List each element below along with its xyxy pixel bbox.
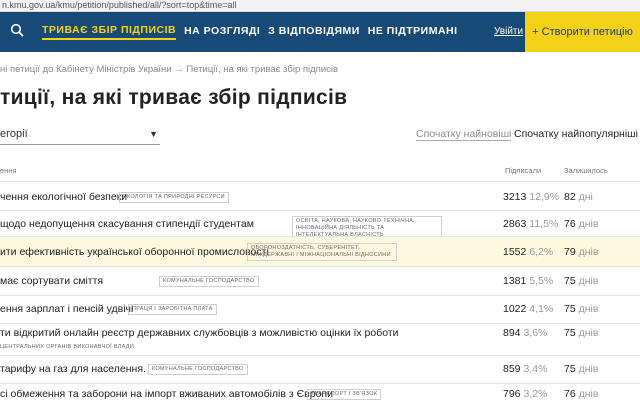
- petition-row[interactable]: ення зарплат і пенсій удвічі ПРАЦЯ І ЗАР…: [0, 296, 640, 324]
- signature-percent: 11,5%: [529, 218, 559, 230]
- signature-percent: 5,5%: [529, 275, 554, 287]
- petition-title[interactable]: тарифу на газ для населення.: [0, 363, 146, 375]
- signature-number: 2863: [503, 218, 527, 230]
- breadcrumb-separator: →: [174, 64, 184, 75]
- days-unit: днів: [578, 327, 599, 339]
- signature-count: 1022 4,1%: [503, 303, 553, 315]
- breadcrumb-root-link[interactable]: ні петиції до Кабінету Міністрів України: [0, 64, 172, 75]
- category-tag: КОМУНАЛЬНЕ ГОСПОДАРСТВО: [148, 364, 248, 375]
- login-link[interactable]: Увійти: [494, 26, 523, 37]
- tab-not-supported[interactable]: НЕ ПІДТРИМАНІ: [368, 25, 458, 39]
- category-tag: ЦЕНТРАЛЬНИХ ОРГАНІВ ВИКОНАВЧОЇ ВЛАДИ: [0, 344, 135, 350]
- page-title: тиції, на які триває збір підписів: [0, 86, 348, 109]
- days-remaining: 75 днів: [564, 275, 598, 287]
- signature-count: 3213 12,9%: [503, 191, 559, 203]
- days-number: 75: [564, 327, 576, 339]
- days-number: 76: [564, 388, 576, 400]
- days-remaining: 76 днів: [564, 218, 598, 230]
- petition-row[interactable]: чення екологічної безпеки ЕКОЛОГІЯ ТА ПР…: [0, 182, 640, 211]
- tab-under-review[interactable]: НА РОЗГЛЯДІ: [184, 25, 260, 39]
- petition-row[interactable]: ти відкритий онлайн реєстр державних слу…: [0, 324, 640, 356]
- tab-answered[interactable]: З ВІДПОВІДЯМИ: [268, 25, 360, 39]
- signature-number: 796: [503, 388, 521, 400]
- signature-percent: 3,6%: [523, 327, 548, 339]
- petition-title[interactable]: чення екологічної безпеки: [0, 191, 127, 203]
- column-header-name: ення: [0, 166, 17, 175]
- days-remaining: 79 днів: [564, 246, 598, 258]
- signature-number: 894: [503, 327, 521, 339]
- signature-number: 1022: [503, 303, 527, 315]
- days-unit: днів: [578, 275, 599, 287]
- days-number: 82: [564, 191, 576, 203]
- category-dropdown-value: егорії: [0, 128, 28, 140]
- tab-collecting-signatures[interactable]: ТРИВАЄ ЗБІР ПІДПИСІВ: [42, 24, 177, 40]
- sort-newest-link[interactable]: Спочатку найновіші: [416, 128, 512, 141]
- days-number: 76: [564, 218, 576, 230]
- breadcrumb: ні петиції до Кабінету Міністрів України…: [0, 64, 338, 75]
- signature-count: 796 3,2%: [503, 388, 547, 400]
- petition-title[interactable]: ення зарплат і пенсій удвічі: [0, 303, 133, 315]
- signature-number: 859: [503, 363, 521, 375]
- signature-percent: 12,9%: [529, 191, 560, 203]
- category-tag: ПРАЦЯ І ЗАРОБІТНА ПЛАТА: [128, 304, 217, 315]
- petition-title[interactable]: ти відкритий онлайн реєстр державних слу…: [0, 327, 399, 339]
- signature-count: 2863 11,5%: [503, 218, 558, 230]
- days-remaining: 75 днів: [564, 303, 598, 315]
- petition-title[interactable]: сі обмеження та заборони на імпорт вжива…: [0, 388, 333, 400]
- signature-number: 3213: [503, 191, 527, 203]
- category-dropdown[interactable]: егорії ▼: [0, 126, 160, 145]
- petition-title[interactable]: має сортувати сміття: [0, 275, 103, 287]
- table-header: ення Підписали Залишилось: [0, 160, 640, 182]
- signature-count: 894 3,6%: [503, 327, 547, 339]
- petition-title[interactable]: ити ефективність української оборонної п…: [0, 246, 269, 258]
- category-tag: ЕКОЛОГІЯ ТА ПРИРОДНІ РЕСУРСИ: [119, 192, 229, 203]
- create-petition-button[interactable]: + Створити петицію: [525, 12, 640, 52]
- signature-count: 1381 5,5%: [503, 275, 553, 287]
- days-remaining: 75 днів: [564, 363, 598, 375]
- category-tag: ТРАНСПОРТ І ЗВ'ЯЗОК: [307, 389, 382, 400]
- days-remaining: 82 дні: [564, 191, 593, 203]
- days-number: 79: [564, 246, 576, 258]
- status-tabs: ТРИВАЄ ЗБІР ПІДПИСІВ НА РОЗГЛЯДІ З ВІДПО…: [42, 12, 466, 52]
- breadcrumb-current: Петиції, на які триває збір підписів: [186, 64, 339, 75]
- signature-number: 1381: [503, 275, 527, 287]
- petition-row[interactable]: ити ефективність української оборонної п…: [0, 237, 640, 267]
- column-header-signatures: Підписали: [505, 166, 542, 175]
- signature-count: 859 3,4%: [503, 363, 547, 375]
- days-remaining: 76 днів: [564, 388, 598, 400]
- days-number: 75: [564, 275, 576, 287]
- category-tag: ОБОРОНОЗДАТНІСТЬ, СУВЕРЕНІТЕТ, МІЖДЕРЖАВ…: [247, 243, 397, 261]
- search-icon: [10, 23, 24, 42]
- top-navigation: ТРИВАЄ ЗБІР ПІДПИСІВ НА РОЗГЛЯДІ З ВІДПО…: [0, 12, 640, 52]
- days-unit: днів: [578, 388, 599, 400]
- days-unit: дні: [578, 191, 593, 203]
- days-remaining: 75 днів: [564, 327, 598, 339]
- petition-row[interactable]: тарифу на газ для населення. КОМУНАЛЬНЕ …: [0, 356, 640, 384]
- signature-percent: 4,1%: [529, 303, 554, 315]
- petition-row[interactable]: сі обмеження та заборони на імпорт вжива…: [0, 384, 640, 400]
- signature-percent: 3,2%: [523, 388, 548, 400]
- signature-percent: 6,2%: [529, 246, 554, 258]
- days-unit: днів: [578, 363, 599, 375]
- days-number: 75: [564, 303, 576, 315]
- signature-count: 1552 6,2%: [503, 246, 553, 258]
- address-bar[interactable]: n.kmu.gov.ua/kmu/petition/published/all/…: [0, 0, 640, 12]
- chevron-down-icon: ▼: [149, 129, 158, 139]
- sort-popular-link[interactable]: Спочатку найпопулярніші: [514, 128, 638, 140]
- petition-row[interactable]: щодо недопущення скасування стипендії ст…: [0, 211, 640, 241]
- days-unit: днів: [578, 303, 599, 315]
- days-unit: днів: [578, 246, 599, 258]
- days-unit: днів: [578, 218, 599, 230]
- days-number: 75: [564, 363, 576, 375]
- petition-row[interactable]: має сортувати сміття КОМУНАЛЬНЕ ГОСПОДАР…: [0, 267, 640, 296]
- category-tag: КОМУНАЛЬНЕ ГОСПОДАРСТВО: [159, 276, 259, 287]
- petition-title[interactable]: щодо недопущення скасування стипендії ст…: [0, 218, 254, 230]
- signature-number: 1552: [503, 246, 527, 258]
- signature-percent: 3,4%: [523, 363, 548, 375]
- column-header-remaining: Залишилось: [564, 166, 608, 175]
- search-button[interactable]: [0, 12, 34, 52]
